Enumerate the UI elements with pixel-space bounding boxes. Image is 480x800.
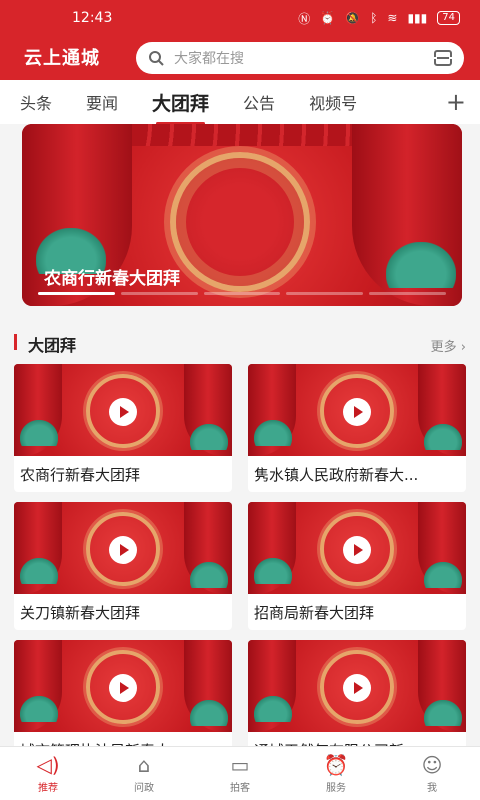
scan-icon[interactable] — [432, 50, 454, 66]
play-icon[interactable] — [109, 398, 137, 426]
video-card[interactable]: 隽水镇人民政府新春大... — [248, 364, 466, 492]
carousel-dot[interactable] — [369, 292, 446, 295]
video-thumbnail — [248, 502, 466, 594]
speaker-icon: ◁) — [36, 753, 60, 777]
medallion-ornament — [170, 152, 310, 292]
pine-ornament-right — [386, 242, 456, 288]
carousel-dot[interactable] — [286, 292, 364, 295]
carousel-dot[interactable] — [38, 292, 115, 295]
app-title: 云上通城 — [24, 48, 100, 69]
nav-label: 拍客 — [230, 783, 250, 794]
nav-label: 我 — [427, 783, 437, 794]
pine-ornament — [20, 420, 58, 446]
search-icon — [149, 51, 164, 66]
section-header: 大团拜 更多 › — [0, 328, 480, 358]
carousel-indicator — [38, 292, 446, 295]
nav-wo[interactable]: ☺ 我 — [384, 747, 480, 800]
camera-icon: ▭ — [230, 753, 250, 777]
battery-icon: 74 — [437, 11, 460, 25]
search-placeholder: 大家都在搜 — [174, 51, 244, 67]
more-link[interactable]: 更多 › — [431, 336, 466, 355]
video-card[interactable]: 关刀镇新春大团拜 — [14, 502, 232, 630]
pine-ornament — [424, 700, 462, 726]
video-card[interactable]: 招商局新春大团拜 — [248, 502, 466, 630]
pine-ornament — [424, 562, 462, 588]
play-icon[interactable] — [109, 536, 137, 564]
tab-datuanbai[interactable]: 大团拜 — [152, 89, 209, 125]
video-thumbnail — [248, 640, 466, 732]
pine-ornament — [190, 562, 228, 588]
nav-label: 服务 — [326, 783, 346, 794]
carousel-dot[interactable] — [120, 292, 198, 295]
status-time: 12:43 — [72, 10, 113, 26]
pine-ornament — [20, 558, 58, 584]
signal-icon: ▮▮▮ — [407, 11, 428, 25]
hero-banner[interactable]: 农商行新春大团拜 — [22, 124, 462, 306]
video-thumbnail — [248, 364, 466, 456]
pine-ornament — [190, 424, 228, 450]
video-thumbnail — [14, 364, 232, 456]
channel-tabs: 头条 要闻 大团拜 公告 视频号 + — [0, 80, 480, 125]
add-tab-icon[interactable]: + — [446, 88, 466, 116]
pine-ornament — [254, 696, 292, 722]
video-title: 隽水镇人民政府新春大... — [254, 466, 419, 484]
bluetooth-icon: ᛒ — [370, 11, 378, 25]
tab-gonggao[interactable]: 公告 — [243, 90, 275, 114]
tab-toutiao[interactable]: 头条 — [20, 90, 52, 114]
nav-wenzheng[interactable]: ⌂ 问政 — [96, 747, 192, 800]
video-thumbnail — [14, 640, 232, 732]
play-icon[interactable] — [343, 398, 371, 426]
play-icon[interactable] — [343, 674, 371, 702]
pine-ornament — [424, 424, 462, 450]
video-title: 农商行新春大团拜 — [20, 466, 141, 484]
pine-ornament — [20, 696, 58, 722]
video-thumbnail — [14, 502, 232, 594]
status-bar: 12:43 Ⓝ ⏰ 🔕 ᛒ ≋ ▮▮▮ 74 — [0, 0, 480, 36]
search-bar[interactable]: 大家都在搜 — [136, 42, 464, 74]
nav-label: 推荐 — [38, 783, 58, 794]
pine-ornament — [254, 420, 292, 446]
carousel-dot[interactable] — [203, 292, 281, 295]
tab-yaowen[interactable]: 要闻 — [86, 90, 118, 114]
nfc-icon: Ⓝ — [298, 11, 311, 26]
status-icons: Ⓝ ⏰ 🔕 ᛒ ≋ ▮▮▮ 74 — [298, 10, 460, 27]
nav-label: 问政 — [134, 783, 154, 794]
play-icon[interactable] — [343, 536, 371, 564]
tab-shipinhao[interactable]: 视频号 — [309, 90, 357, 114]
play-icon[interactable] — [109, 674, 137, 702]
section-title: 大团拜 — [28, 336, 77, 355]
hero-caption: 农商行新春大团拜 — [44, 269, 180, 289]
app-header: 12:43 Ⓝ ⏰ 🔕 ᛒ ≋ ▮▮▮ 74 云上通城 大家都在搜 — [0, 0, 480, 80]
wifi-icon: ≋ — [387, 11, 398, 25]
section-accent-bar — [14, 334, 17, 350]
nav-tuijian[interactable]: ◁) 推荐 — [0, 747, 96, 800]
mute-icon: 🔕 — [345, 11, 361, 25]
pine-ornament — [190, 700, 228, 726]
nav-fuwu[interactable]: ⏰ 服务 — [288, 747, 384, 800]
pine-ornament — [254, 558, 292, 584]
bottom-nav: ◁) 推荐 ⌂ 问政 ▭ 拍客 ⏰ 服务 ☺ 我 — [0, 746, 480, 800]
video-card[interactable]: 农商行新春大团拜 — [14, 364, 232, 492]
user-icon: ☺ — [421, 753, 443, 777]
video-title: 招商局新春大团拜 — [254, 604, 375, 622]
alarm-icon: ⏰ — [320, 11, 336, 25]
video-title: 关刀镇新春大团拜 — [20, 604, 141, 622]
home-icon: ⌂ — [137, 753, 151, 777]
alarm-clock-icon: ⏰ — [323, 753, 349, 777]
nav-paike[interactable]: ▭ 拍客 — [192, 747, 288, 800]
